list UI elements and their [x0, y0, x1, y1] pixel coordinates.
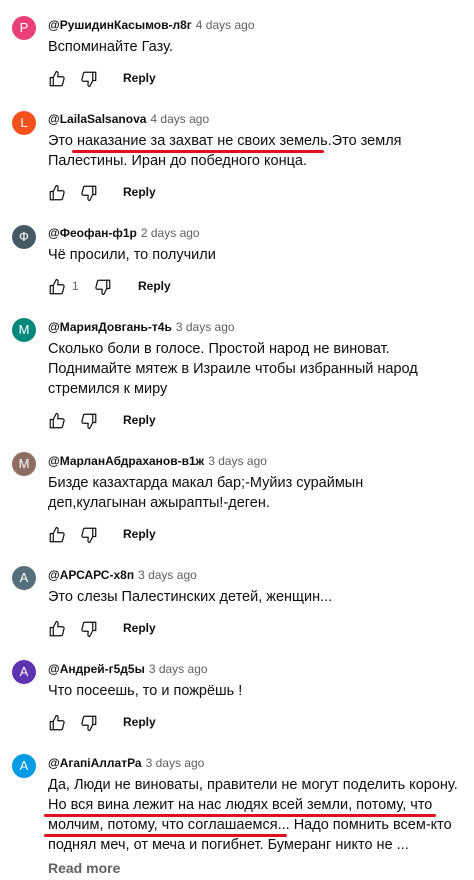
comment-time[interactable]: 4 days ago: [150, 112, 209, 126]
reply-button[interactable]: Reply: [123, 621, 156, 635]
comment-header: @Андрей-г5д5ы 3 days ago: [48, 662, 208, 676]
comment-header: @Феофан-ф1р 2 days ago: [48, 226, 200, 240]
comment-author[interactable]: @LailaSalsanova: [48, 112, 146, 126]
comment-actions: Reply: [48, 184, 408, 208]
comment-author[interactable]: @АгапіАллатРа: [48, 756, 142, 770]
comment-time[interactable]: 3 days ago: [176, 320, 235, 334]
comment-author[interactable]: @РушидинКасымов-л8г: [48, 18, 192, 32]
reply-button[interactable]: Reply: [138, 279, 171, 293]
thumb-down-icon[interactable]: [80, 620, 98, 638]
reply-button[interactable]: Reply: [123, 71, 156, 85]
comment-author[interactable]: @МарияДовгань-т4ь: [48, 320, 172, 334]
thumb-up-icon[interactable]: [48, 714, 66, 732]
highlight-underline: [44, 814, 436, 817]
like-count: 1: [72, 279, 79, 293]
thumb-up-icon[interactable]: [48, 70, 66, 88]
comment-header: @АРСАРС-х8п 3 days ago: [48, 568, 197, 582]
comment-header: @РушидинКасымов-л8г 4 days ago: [48, 18, 255, 32]
reply-button[interactable]: Reply: [123, 715, 156, 729]
thumb-up-icon[interactable]: [48, 412, 66, 430]
reply-button[interactable]: Reply: [123, 185, 156, 199]
comment-text: Бизде казахтарда макал бар;-Муйиз сурайм…: [48, 475, 364, 511]
comment-header: @МарланАбдраханов-в1ж 3 days ago: [48, 454, 267, 468]
thumb-down-icon[interactable]: [94, 278, 112, 296]
comment-text: Сколько боли в голосе. Простой народ не …: [48, 341, 418, 397]
avatar[interactable]: Р: [12, 16, 36, 40]
thumb-down-icon[interactable]: [80, 184, 98, 202]
reply-button[interactable]: Reply: [123, 413, 156, 427]
comment-actions: Reply: [48, 526, 408, 550]
comment-text: Это слезы Палестинских детей, женщин...: [48, 589, 333, 605]
thumb-down-icon[interactable]: [80, 70, 98, 88]
comment-header: @МарияДовгань-т4ь 3 days ago: [48, 320, 235, 334]
comment-time[interactable]: 3 days ago: [208, 454, 267, 468]
comment-author[interactable]: @МарланАбдраханов-в1ж: [48, 454, 204, 468]
comment-actions: Reply: [48, 412, 408, 436]
comment-author[interactable]: @АРСАРС-х8п: [48, 568, 134, 582]
avatar[interactable]: А: [12, 566, 36, 590]
thumb-up-icon[interactable]: [48, 278, 66, 296]
avatar[interactable]: М: [12, 452, 36, 476]
thumb-up-icon[interactable]: [48, 620, 66, 638]
comment-author[interactable]: @Андрей-г5д5ы: [48, 662, 145, 676]
highlight-underline: [44, 834, 287, 837]
comment-actions: Reply: [48, 70, 408, 94]
highlight-underline: [72, 150, 324, 153]
avatar[interactable]: М: [12, 318, 36, 342]
comment-actions: Reply: [48, 714, 408, 738]
comment-time[interactable]: 4 days ago: [196, 18, 255, 32]
thumb-down-icon[interactable]: [80, 526, 98, 544]
thumb-down-icon[interactable]: [80, 412, 98, 430]
avatar[interactable]: А: [12, 660, 36, 684]
reply-button[interactable]: Reply: [123, 527, 156, 541]
comment-text: Что посеешь, то и пожрёшь !: [48, 683, 243, 699]
thumb-down-icon[interactable]: [80, 714, 98, 732]
avatar[interactable]: А: [12, 754, 36, 778]
read-more-link[interactable]: Read more: [48, 860, 120, 876]
comment-time[interactable]: 3 days ago: [149, 662, 208, 676]
comment-author[interactable]: @Феофан-ф1р: [48, 226, 137, 240]
thumb-up-icon[interactable]: [48, 184, 66, 202]
comment-actions: 1 Reply: [48, 278, 408, 302]
comment-text: Вспоминайте Газу.: [48, 39, 173, 55]
thumb-up-icon[interactable]: [48, 526, 66, 544]
comment-actions: Reply: [48, 620, 408, 644]
comment-header: @LailaSalsanova 4 days ago: [48, 112, 209, 126]
comment-time[interactable]: 3 days ago: [146, 756, 205, 770]
avatar[interactable]: L: [12, 111, 36, 135]
comment-header: @АгапіАллатРа 3 days ago: [48, 756, 204, 770]
comment-text: Чё просили, то получили: [48, 247, 216, 263]
comment-time[interactable]: 2 days ago: [141, 226, 200, 240]
avatar[interactable]: Ф: [12, 225, 36, 249]
comment-time[interactable]: 3 days ago: [138, 568, 197, 582]
